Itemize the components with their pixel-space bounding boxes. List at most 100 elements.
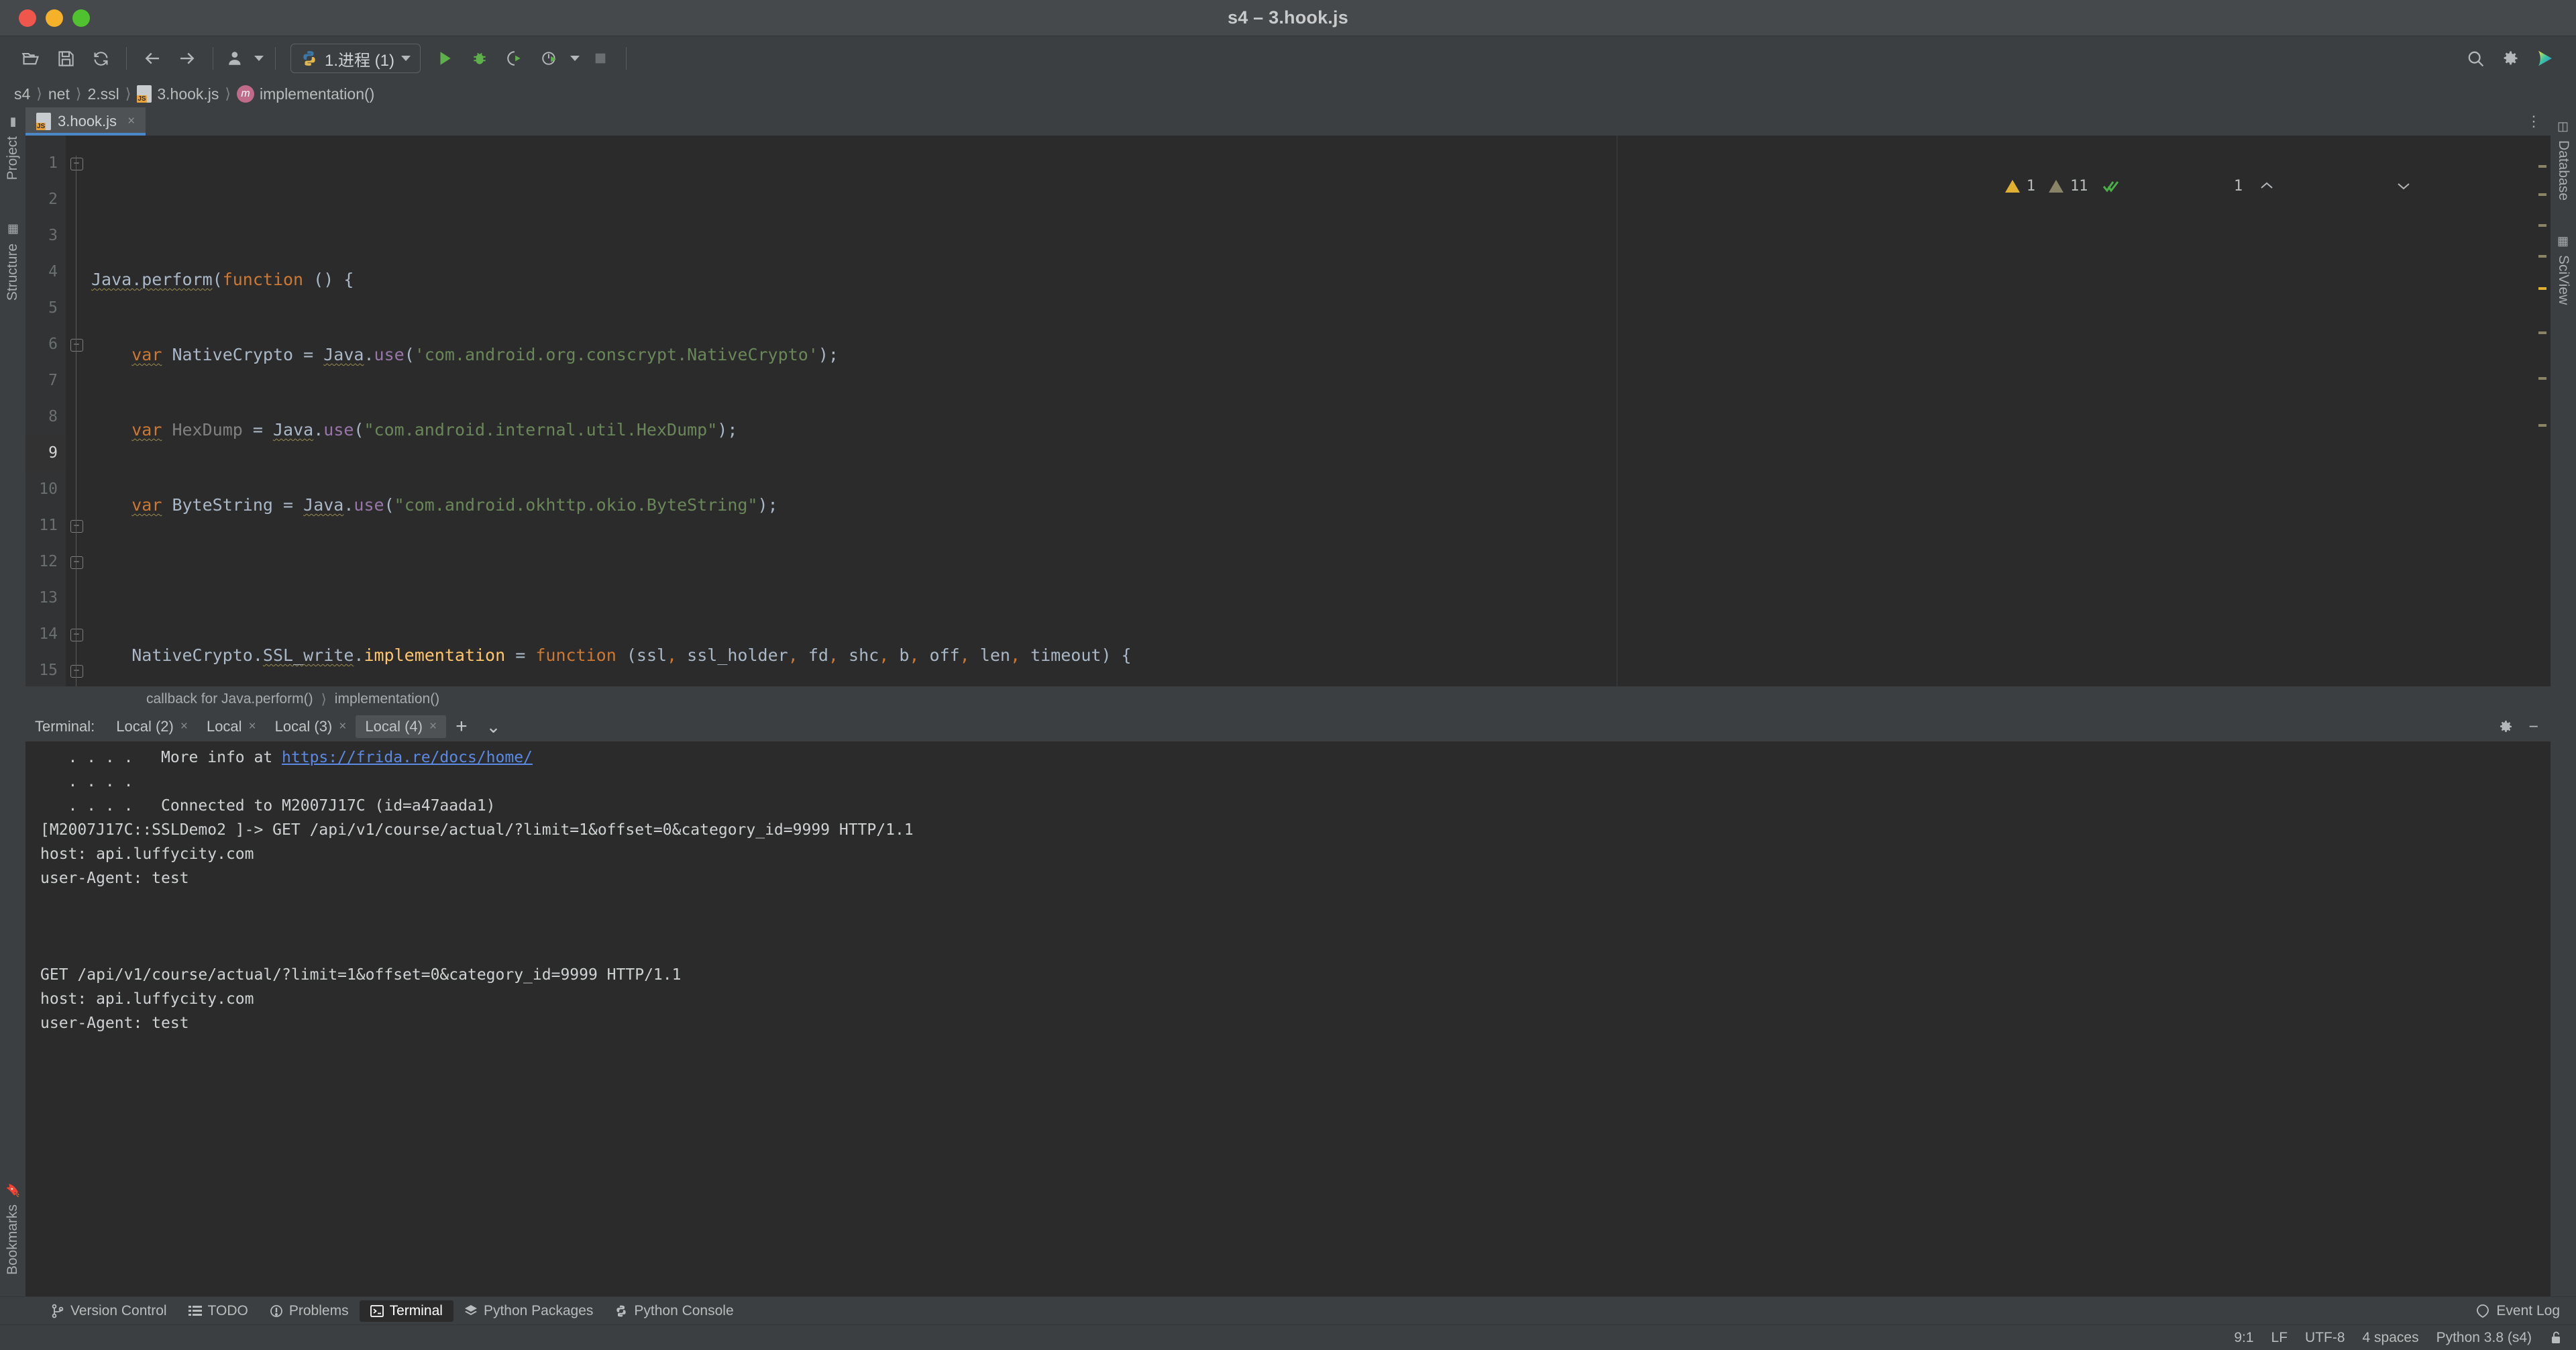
add-tab-icon[interactable]: +: [446, 713, 477, 741]
tool-window-label: Python Console: [634, 1302, 734, 1318]
fold-toggle-line-6[interactable]: −: [66, 326, 87, 362]
close-icon[interactable]: ×: [429, 719, 437, 734]
close-icon[interactable]: ×: [180, 719, 188, 734]
zoom-window-button[interactable]: [72, 9, 90, 27]
sidebar-item-sciview[interactable]: ▦ SciView: [2555, 226, 2571, 313]
left-tool-rail: Project ▮ Structure ▦ Bookmarks 🔖: [0, 107, 25, 1296]
sidebar-item-project[interactable]: Project ▮: [5, 107, 21, 188]
code-text-area[interactable]: 1 11 1 Java.perform(function () {var Na…: [87, 136, 2536, 686]
profile-icon[interactable]: [532, 41, 567, 76]
run-icon[interactable]: [427, 41, 462, 76]
balloon-icon: [2476, 1304, 2489, 1318]
toolbar-divider-3: [275, 47, 276, 70]
tool-window-label: TODO: [207, 1302, 248, 1318]
breadcrumb-item-project[interactable]: s4: [9, 85, 35, 103]
terminal-tab-local-3[interactable]: Local (3) ×: [266, 715, 356, 738]
search-icon[interactable]: [2458, 41, 2493, 76]
tool-window-version-control[interactable]: Version Control: [40, 1300, 178, 1322]
warning-count: 1: [2026, 177, 2035, 195]
close-icon[interactable]: ×: [339, 719, 346, 734]
sub-breadcrumb-callback[interactable]: callback for Java.perform(): [146, 691, 313, 707]
run-config-caret-icon[interactable]: [401, 56, 411, 61]
tool-window-label: Version Control: [70, 1302, 167, 1318]
sidebar-item-structure[interactable]: Structure ▦: [5, 215, 21, 309]
tool-window-problems[interactable]: Problems: [259, 1300, 360, 1322]
breadcrumb-item-ssl[interactable]: 2.ssl: [83, 85, 123, 103]
packages-icon: [464, 1304, 478, 1318]
caret-position[interactable]: 9:1: [2234, 1330, 2253, 1346]
sub-breadcrumb-implementation[interactable]: implementation(): [335, 691, 439, 707]
line-separator[interactable]: LF: [2271, 1330, 2288, 1346]
gear-icon[interactable]: [2498, 719, 2514, 735]
right-tool-rail: ◫ Database ▦ SciView: [2551, 107, 2576, 1296]
tool-window-python-console[interactable]: Python Console: [604, 1300, 744, 1322]
close-window-button[interactable]: [19, 9, 36, 27]
close-icon[interactable]: ×: [249, 719, 256, 734]
fold-gutter[interactable]: − − − − − −: [66, 136, 87, 686]
unlocked-icon[interactable]: [2549, 1331, 2563, 1345]
forward-arrow-icon[interactable]: [170, 41, 205, 76]
event-log-button[interactable]: Event Log: [2476, 1303, 2576, 1319]
sync-icon[interactable]: [83, 41, 118, 76]
line-number: 13: [39, 589, 58, 607]
breadcrumb-item-file[interactable]: 3.hook.js: [132, 85, 223, 103]
terminal-tab-local-2[interactable]: Local (2) ×: [107, 715, 197, 738]
next-problem-icon[interactable]: [2396, 147, 2520, 225]
tool-window-terminal[interactable]: Terminal: [359, 1300, 453, 1322]
editor-options-icon[interactable]: ⋮: [2526, 107, 2551, 136]
frida-docs-link[interactable]: https://frida.re/docs/home/: [282, 749, 533, 766]
open-folder-icon[interactable]: [13, 41, 48, 76]
python-interpreter[interactable]: Python 3.8 (s4): [2436, 1330, 2532, 1346]
close-icon[interactable]: ×: [127, 114, 135, 129]
terminal-output[interactable]: . . . . More info at https://frida.re/do…: [25, 741, 2551, 1296]
indent-setting[interactable]: 4 spaces: [2363, 1330, 2419, 1346]
minimize-window-button[interactable]: [46, 9, 63, 27]
breadcrumb-item-net[interactable]: net: [44, 85, 74, 103]
sidebar-item-bookmarks[interactable]: Bookmarks 🔖: [5, 1175, 21, 1283]
back-arrow-icon[interactable]: [135, 41, 170, 76]
save-icon[interactable]: [48, 41, 83, 76]
main-toolbar: 1.进程 (1): [0, 36, 2576, 81]
editor-tab-3-hook-js[interactable]: 3.hook.js ×: [25, 107, 146, 136]
tool-window-python-packages[interactable]: Python Packages: [453, 1300, 604, 1322]
run-coverage-icon[interactable]: [497, 41, 532, 76]
terminal-tab-local[interactable]: Local ×: [197, 715, 266, 738]
fold-toggle-line-14[interactable]: −: [66, 616, 87, 652]
breadcrumb-label: implementation(): [260, 85, 375, 103]
structure-icon: ▦: [6, 223, 19, 238]
debug-icon[interactable]: [462, 41, 497, 76]
sidebar-item-database[interactable]: ◫ Database: [2555, 107, 2571, 209]
run-configuration-selector[interactable]: 1.进程 (1): [290, 44, 421, 73]
fold-toggle-line-15[interactable]: −: [66, 652, 87, 686]
profile-caret-icon[interactable]: [567, 41, 583, 76]
user-icon[interactable]: [221, 41, 251, 76]
breadcrumb-item-method[interactable]: m implementation(): [232, 85, 379, 103]
toolbar-divider: [126, 47, 127, 70]
database-label: Database: [2556, 140, 2571, 201]
gear-icon[interactable]: [2493, 41, 2528, 76]
line-number: 7: [48, 372, 58, 389]
stop-icon[interactable]: [583, 41, 618, 76]
jetbrains-logo-icon[interactable]: [2528, 41, 2563, 76]
tool-window-label: Terminal: [389, 1302, 443, 1318]
chevron-down-icon[interactable]: ⌄: [477, 714, 511, 740]
breadcrumb-separator: ⟩: [36, 85, 42, 102]
user-dropdown-caret-icon[interactable]: [251, 41, 267, 76]
bookmark-icon: 🔖: [6, 1182, 19, 1198]
error-stripe-scrollbar[interactable]: [2536, 136, 2551, 686]
minimize-icon[interactable]: −: [2528, 717, 2538, 737]
tool-window-todo[interactable]: TODO: [178, 1300, 259, 1322]
tool-window-label: Problems: [288, 1302, 349, 1318]
title-bar: s4 – 3.hook.js: [0, 0, 2576, 36]
terminal-tab-local-4[interactable]: Local (4) ×: [356, 715, 447, 738]
ide-body: Project ▮ Structure ▦ Bookmarks 🔖 3.hook…: [0, 107, 2576, 1296]
terminal-line: host: api.luffycity.com: [40, 990, 254, 1008]
fold-toggle-line-12[interactable]: −: [66, 543, 87, 580]
file-encoding[interactable]: UTF-8: [2305, 1330, 2345, 1346]
code-line-1: Java.perform(function () {: [91, 270, 354, 289]
code-editor[interactable]: 1 2 3 4 5 6 7 8 9 10 11 12 13 14 15 16: [25, 136, 2551, 686]
inspection-widget[interactable]: 1 11 1: [2004, 145, 2520, 227]
fold-toggle-line-1[interactable]: −: [66, 145, 87, 181]
prev-problem-icon[interactable]: [2259, 147, 2383, 225]
fold-toggle-line-11[interactable]: −: [66, 507, 87, 543]
